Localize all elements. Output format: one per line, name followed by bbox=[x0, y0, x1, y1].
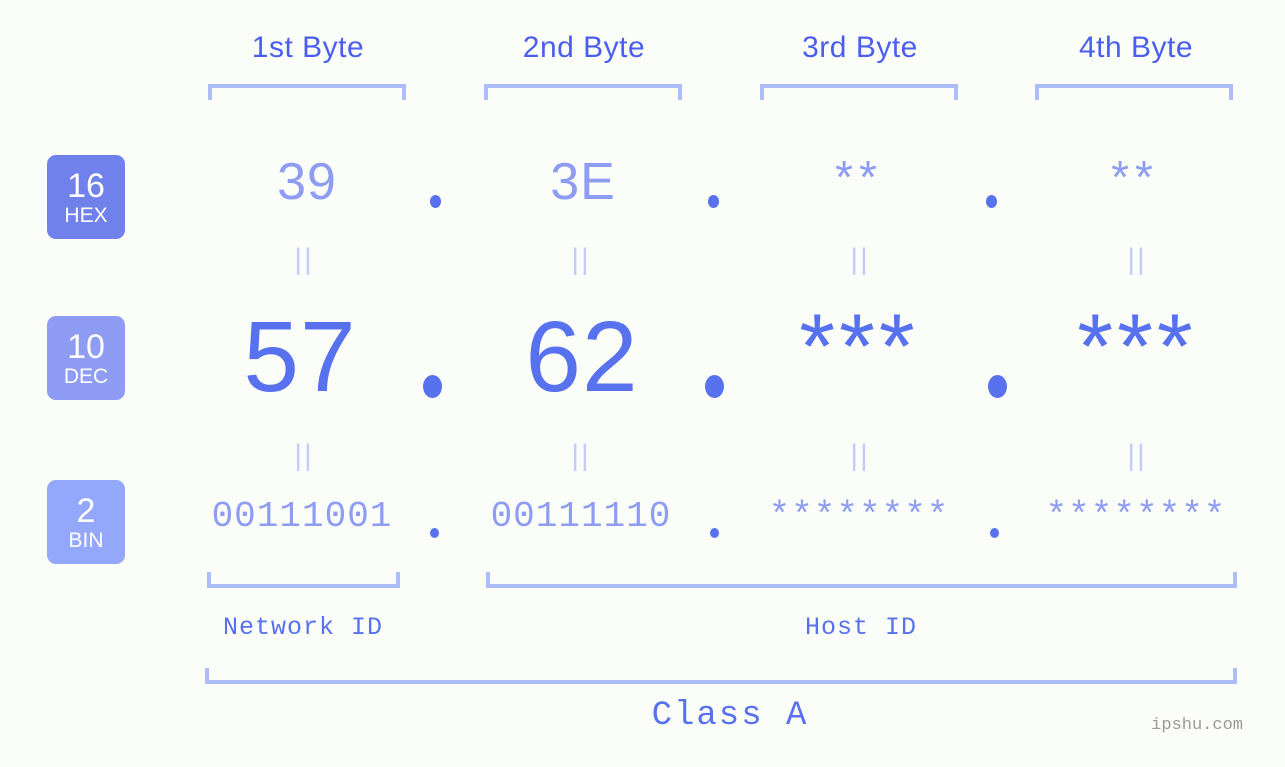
site-watermark: ipshu.com bbox=[1151, 716, 1243, 735]
radix-badge-bin: 2 BIN bbox=[47, 480, 125, 564]
host-id-bracket bbox=[486, 572, 1237, 588]
dec-separator-dot-2 bbox=[705, 375, 724, 398]
equality-mark-lower-3: || bbox=[850, 439, 870, 472]
bin-separator-dot-3 bbox=[990, 528, 999, 538]
dec-byte-3: *** bbox=[799, 296, 919, 398]
byte-bracket-4 bbox=[1035, 84, 1233, 100]
byte-header-4: 4th Byte bbox=[1078, 31, 1194, 64]
dec-separator-dot-1 bbox=[423, 375, 442, 398]
bin-byte-2: 00111110 bbox=[490, 496, 672, 537]
equality-mark-lower-1: || bbox=[294, 439, 314, 472]
network-id-bracket bbox=[207, 572, 400, 588]
byte-header-2: 2nd Byte bbox=[522, 31, 646, 64]
radix-badge-bin-name: BIN bbox=[68, 528, 104, 552]
dec-byte-4: *** bbox=[1077, 296, 1197, 398]
radix-badge-hex-number: 16 bbox=[67, 166, 105, 205]
byte-header-1: 1st Byte bbox=[251, 31, 365, 64]
equality-mark-upper-4: || bbox=[1127, 243, 1147, 276]
bin-separator-dot-2 bbox=[710, 528, 719, 538]
byte-bracket-2 bbox=[484, 84, 682, 100]
dec-separator-dot-3 bbox=[988, 375, 1007, 398]
ip-byte-breakdown-diagram: 1st Byte 2nd Byte 3rd Byte 4th Byte 16 H… bbox=[0, 0, 1285, 767]
byte-bracket-1 bbox=[208, 84, 406, 100]
hex-separator-dot-1 bbox=[430, 195, 441, 208]
radix-badge-hex: 16 HEX bbox=[47, 155, 125, 239]
radix-badge-bin-number: 2 bbox=[76, 491, 96, 530]
equality-mark-upper-2: || bbox=[571, 243, 591, 276]
equality-mark-lower-2: || bbox=[571, 439, 591, 472]
hex-byte-4: ** bbox=[1111, 151, 1159, 203]
dec-byte-2: 62 bbox=[525, 301, 639, 413]
dec-byte-1: 57 bbox=[243, 301, 357, 413]
host-id-label: Host ID bbox=[804, 613, 918, 642]
hex-byte-3: ** bbox=[835, 151, 883, 203]
hex-byte-2: 3E bbox=[550, 153, 616, 211]
bin-byte-4: ******** bbox=[1045, 496, 1227, 537]
radix-badge-dec-number: 10 bbox=[67, 327, 105, 366]
radix-badge-dec-name: DEC bbox=[63, 364, 109, 388]
radix-badge-hex-name: HEX bbox=[64, 203, 108, 227]
network-id-label: Network ID bbox=[222, 613, 384, 642]
bin-byte-1: 00111001 bbox=[211, 496, 393, 537]
equality-mark-upper-1: || bbox=[294, 243, 314, 276]
bin-byte-3: ******** bbox=[768, 496, 950, 537]
hex-byte-1: 39 bbox=[277, 153, 337, 211]
equality-mark-lower-4: || bbox=[1127, 439, 1147, 472]
bin-separator-dot-1 bbox=[430, 528, 439, 538]
byte-header-3: 3rd Byte bbox=[802, 31, 918, 64]
radix-badge-dec: 10 DEC bbox=[47, 316, 125, 400]
class-bracket bbox=[205, 668, 1237, 684]
byte-bracket-3 bbox=[760, 84, 958, 100]
hex-separator-dot-3 bbox=[986, 195, 997, 208]
class-label: Class A bbox=[651, 697, 809, 735]
hex-separator-dot-2 bbox=[708, 195, 719, 208]
equality-mark-upper-3: || bbox=[850, 243, 870, 276]
